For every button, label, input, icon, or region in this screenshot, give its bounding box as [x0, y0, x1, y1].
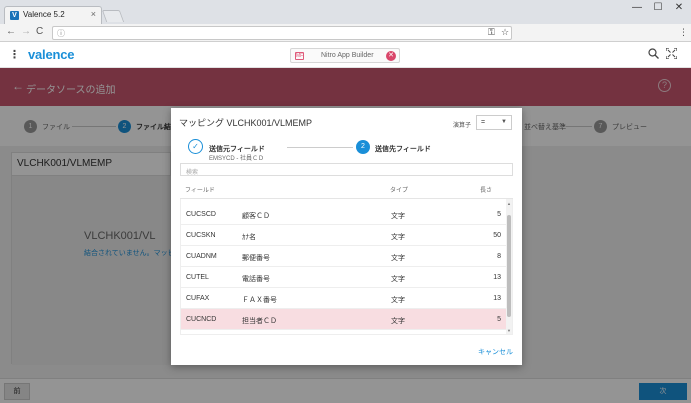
field-length: 8 — [497, 253, 501, 260]
field-table: CUCSCD 顧客ＣＤ 文字 5 CUCSKN ｶﾅ名 文字 50 CUADNM 郵便番号 文字 8 C… — [180, 199, 513, 335]
field-length: 13 — [493, 274, 501, 281]
step-connector — [287, 147, 353, 148]
field-length: 50 — [493, 232, 501, 239]
search-icon[interactable] — [648, 48, 659, 62]
field-description: 担当者ＣＤ — [242, 318, 277, 325]
column-header-length[interactable]: 長さ — [480, 185, 492, 194]
field-description: 顧客ＣＤ — [242, 213, 270, 220]
source-field-value: EMSYCD - 社員ＣＤ — [209, 156, 265, 162]
field-type: 文字 — [391, 234, 405, 241]
check-icon: ✓ — [188, 139, 203, 154]
table-row[interactable]: CUCNCD 担当者ＣＤ 文字 5 — [181, 309, 508, 330]
table-header: フィールド タイプ 長さ — [180, 177, 513, 199]
field-type: 文字 — [391, 276, 405, 283]
bookmark-star-icon[interactable]: ☆ — [501, 27, 509, 38]
close-app-icon[interactable]: ✕ — [386, 51, 396, 61]
field-name: CUCNCD — [186, 316, 217, 323]
operator-value: = — [481, 119, 486, 126]
mapping-dialog: マッピング VLCHK001/VLMEMP 演算子 = ▼ ✓ 送信元フィールド… — [171, 108, 522, 365]
key-icon[interactable]: ⚿ — [488, 27, 495, 38]
valence-logo: valence — [28, 47, 75, 62]
app-chip[interactable]: MF Nitro App Builder ✕ — [290, 48, 400, 63]
reload-icon[interactable]: C — [36, 26, 43, 37]
valence-favicon-icon: V — [10, 11, 19, 20]
field-description: 電話番号 — [242, 276, 270, 283]
target-field-step-label: 送信先フィールド — [375, 146, 431, 153]
field-type: 文字 — [391, 297, 405, 304]
site-info-icon[interactable]: ⓘ — [57, 28, 65, 39]
table-row[interactable]: CUTEL 電話番号 文字 13 — [181, 267, 508, 288]
close-window-icon[interactable]: ✕ — [672, 2, 686, 13]
forward-icon[interactable]: → — [21, 26, 31, 37]
table-row[interactable]: CUCSCD 顧客ＣＤ 文字 5 — [181, 204, 508, 225]
cancel-button[interactable]: キャンセル — [478, 347, 513, 357]
scroll-up-icon[interactable]: ▲ — [506, 201, 512, 206]
maximize-icon[interactable]: ☐ — [651, 2, 665, 13]
new-tab-button[interactable] — [101, 10, 125, 22]
field-name: CUCSKN — [186, 232, 216, 239]
scrollbar[interactable]: ▲ ▼ — [506, 199, 512, 334]
field-search-input[interactable]: 検索 — [180, 163, 513, 176]
close-tab-icon[interactable]: × — [91, 9, 96, 19]
browser-tab-bar: V Valence 5.2 × — ☐ ✕ — [0, 0, 691, 24]
field-type: 文字 — [391, 213, 405, 220]
dialog-title: マッピング VLCHK001/VLMEMP — [179, 118, 313, 128]
table-row[interactable]: CUFAX ＦＡＸ番号 文字 13 — [181, 288, 508, 309]
tab-title: Valence 5.2 — [23, 10, 65, 19]
table-row[interactable]: CUCSKN ｶﾅ名 文字 50 — [181, 225, 508, 246]
field-name: CUCSCD — [186, 211, 216, 218]
back-icon[interactable]: ← — [6, 26, 16, 37]
address-bar: ← → C ⓘ ⚿ ☆ ⋮ — [0, 24, 691, 42]
field-description: ＦＡＸ番号 — [242, 297, 277, 304]
column-header-type[interactable]: タイプ — [390, 185, 408, 194]
field-name: CUADNM — [186, 253, 217, 260]
search-placeholder: 検索 — [186, 170, 199, 176]
chevron-down-icon: ▼ — [501, 119, 507, 125]
field-description: 郵便番号 — [242, 255, 270, 262]
operator-label: 演算子 — [453, 123, 472, 129]
column-header-field[interactable]: フィールド — [185, 185, 215, 194]
fullscreen-icon[interactable] — [665, 47, 678, 62]
app-chip-label: Nitro App Builder — [321, 52, 374, 59]
minimize-icon[interactable]: — — [630, 2, 644, 13]
scroll-down-icon[interactable]: ▼ — [506, 328, 512, 333]
field-length: 5 — [497, 211, 501, 218]
field-length: 5 — [497, 316, 501, 323]
operator-select[interactable]: = ▼ — [476, 115, 512, 130]
app-header: ⋮ valence MF Nitro App Builder ✕ — [0, 43, 691, 68]
field-type: 文字 — [391, 318, 405, 325]
url-input[interactable]: ⓘ — [52, 26, 512, 40]
app-menu-icon[interactable]: ⋮ — [9, 48, 20, 61]
target-step-number: 2 — [356, 140, 370, 154]
browser-tab[interactable]: V Valence 5.2 × — [4, 6, 102, 24]
field-description: ｶﾅ名 — [242, 234, 256, 241]
table-row[interactable]: CUADNM 郵便番号 文字 8 — [181, 246, 508, 267]
scroll-thumb[interactable] — [507, 215, 511, 317]
field-length: 13 — [493, 295, 501, 302]
field-name: CUFAX — [186, 295, 210, 302]
field-name: CUTEL — [186, 274, 209, 281]
field-type: 文字 — [391, 255, 405, 262]
browser-menu-icon[interactable]: ⋮ — [679, 27, 688, 38]
app-builder-icon: MF — [295, 52, 304, 60]
